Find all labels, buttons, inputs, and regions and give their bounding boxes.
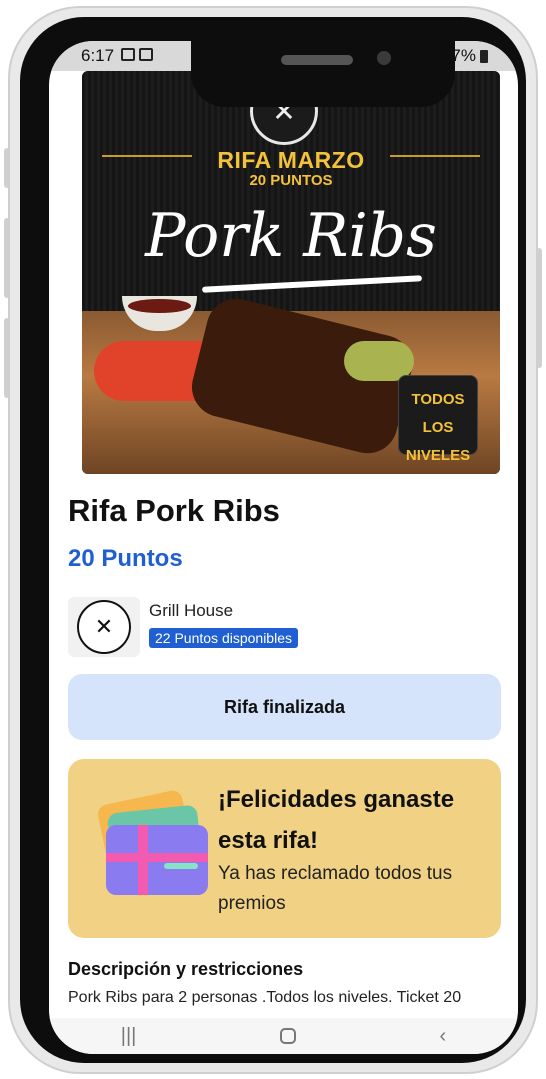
ribbon xyxy=(106,853,208,862)
side-button xyxy=(4,148,10,188)
store-logo[interactable]: ✕ xyxy=(68,597,140,657)
system-nav-bar: ||| ‹ xyxy=(49,1018,518,1054)
banner-subtitle: 20 PUNTOS xyxy=(249,172,333,189)
side-button xyxy=(4,318,10,398)
screen: 6:17 67% ✕ RIFA MARZO 20 PUNTOS Pork Rib… xyxy=(49,41,518,1054)
phone-frame: 6:17 67% ✕ RIFA MARZO 20 PUNTOS Pork Rib… xyxy=(4,6,542,1074)
levels-badge: TODOS LOS NIVELES xyxy=(398,375,478,464)
notification-icons xyxy=(121,48,153,61)
grill-house-logo-icon: ✕ xyxy=(77,600,131,654)
raffle-points: 20 Puntos xyxy=(68,545,183,572)
raffle-status-button[interactable]: Rifa finalizada xyxy=(68,674,501,740)
winner-message: Ya has reclamado todos tus premios xyxy=(218,863,453,914)
notch xyxy=(191,41,455,107)
raffle-banner-image: ✕ RIFA MARZO 20 PUNTOS Pork Ribs TODOS L… xyxy=(82,71,500,474)
available-points-badge: 22 Puntos disponibles xyxy=(149,628,298,648)
gallery-icon xyxy=(121,48,135,61)
status-time: 6:17 xyxy=(81,46,115,65)
description-heading: Descripción y restricciones xyxy=(68,959,304,979)
speaker-grille xyxy=(281,55,353,65)
winner-card: ✦ ¡Felicidades ganaste esta rifa! Ya has… xyxy=(68,759,501,938)
mail-icon xyxy=(139,48,153,61)
side-button xyxy=(4,218,10,298)
power-button xyxy=(536,248,542,368)
description-text: Pork Ribs para 2 personas .Todos los niv… xyxy=(68,989,462,1006)
banner-headline: Pork Ribs xyxy=(145,201,437,271)
home-button[interactable] xyxy=(279,1028,296,1044)
raffle-title: Rifa Pork Ribs xyxy=(68,493,280,528)
store-name[interactable]: Grill House xyxy=(149,601,233,621)
camera-icon xyxy=(377,51,391,65)
winner-title: ¡Felicidades ganaste esta rifa! xyxy=(218,786,455,854)
battery-icon xyxy=(480,49,488,63)
recents-button[interactable]: ||| xyxy=(121,1025,137,1048)
back-button[interactable]: ‹ xyxy=(440,1025,447,1048)
card-stripe xyxy=(164,863,198,869)
banner-title: RIFA MARZO xyxy=(217,147,365,173)
sauce xyxy=(128,299,191,313)
